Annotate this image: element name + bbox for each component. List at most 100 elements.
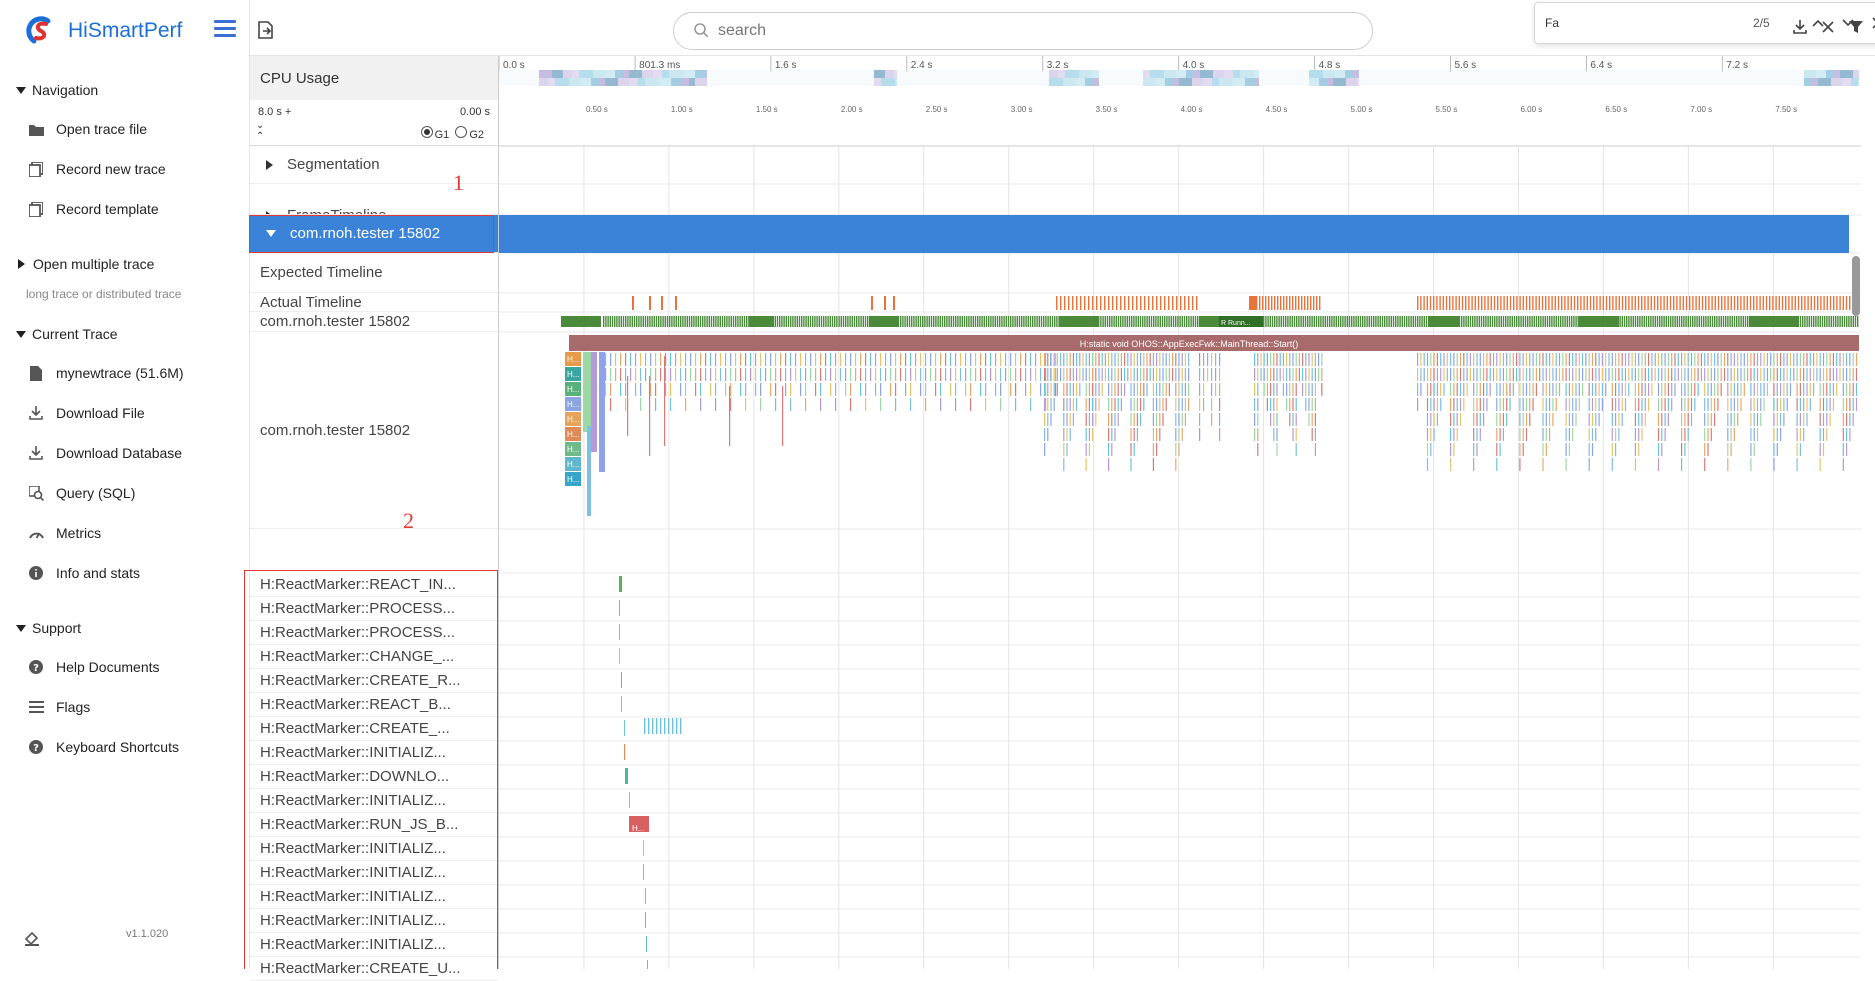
stack-slice [1311,413,1313,426]
stack-slice [1302,383,1304,396]
import-file-icon[interactable] [258,21,274,42]
stack-slice [1188,383,1190,396]
radio-g1[interactable]: G1 [420,126,449,141]
stack-slice [1165,383,1167,396]
stack-slice [1030,368,1032,381]
actual-frame [1794,296,1796,310]
stack-slice [710,353,712,366]
stack-slice [1047,428,1049,441]
stack-slice [1273,428,1275,441]
support-title[interactable]: Support [0,615,250,641]
stack-slice [1292,383,1294,396]
actual-frame [1589,296,1592,310]
row-thread[interactable]: com.rnoh.tester 15802 [250,312,498,332]
actual-frame [632,296,634,310]
stack-slice [1842,428,1844,441]
actual-frame [1628,296,1630,310]
filter-icon[interactable] [1849,20,1863,37]
marker-slice [625,768,628,784]
close-trace-icon[interactable] [1821,20,1835,37]
ruler-tick-label: 1.6 s [775,60,797,71]
stack-slice [1773,413,1775,426]
sub-tick-label: 7.50 s [1775,105,1797,114]
row-actual-timeline[interactable]: Actual Timeline [250,293,498,312]
nav-group-title[interactable]: Navigation [0,77,250,103]
stack-slice [1476,353,1478,366]
sidebar-item-download-db[interactable]: Download Database [0,433,250,473]
sidebar-item-info[interactable]: Info and stats [0,553,250,593]
sidebar-item-record-trace[interactable]: Record new trace [0,149,250,189]
sidebar-item-shortcuts[interactable]: ? Keyboard Shortcuts [0,727,250,767]
stack-slice [1440,383,1442,396]
collapse-icon[interactable]: ⌄ ⌃ [256,120,264,142]
stack-slice [1756,353,1759,366]
stack-slice [725,368,727,381]
current-trace-title[interactable]: Current Trace [0,321,250,347]
row-thread-main[interactable]: com.rnoh.tester 15802 [250,332,498,529]
stack-slice [1072,353,1074,366]
vertical-scrollbar[interactable] [1850,126,1860,969]
paint-bucket-icon[interactable] [24,930,40,949]
stack-slice [1737,353,1739,366]
radio-g2[interactable]: G2 [455,126,484,141]
sidebar-item-download-file[interactable]: Download File [0,393,250,433]
thread-state [977,316,979,327]
thread-state [633,316,636,327]
multi-group-title[interactable]: Open multiple trace [0,251,250,277]
sidebar-item-flags[interactable]: Flags [0,687,250,727]
stack-slice [1611,353,1613,366]
find-query[interactable]: Fa [1545,16,1745,30]
sidebar-item-help[interactable]: ? Help Documents [0,647,250,687]
actual-frame [1711,296,1713,310]
scroll-thumb[interactable] [1852,256,1860,316]
search-input[interactable] [718,22,1118,40]
thread-state [1021,316,1023,327]
thread-state [710,316,713,327]
stack-slice [1130,428,1132,441]
row-expected-timeline[interactable]: Expected Timeline [250,253,498,293]
sidebar-item-metrics[interactable]: Metrics [0,513,250,553]
stack-slice [1175,383,1177,396]
stack-slice [1426,383,1429,396]
brand[interactable]: HiSmartPerf [24,14,182,48]
stack-slice [1426,368,1429,381]
stack-slice [1595,383,1597,396]
thread-state [968,316,970,327]
stack-slice [895,398,897,411]
stack-slice [970,398,972,411]
menu-toggle-icon[interactable] [214,20,236,38]
find-close-icon[interactable] [1863,8,1875,38]
stack-slice [1525,353,1528,366]
thread-state [1540,316,1542,327]
actual-frame [1593,296,1595,310]
stack-slice [1152,398,1154,411]
stack-slice [1707,443,1709,456]
stack-slice [1585,353,1587,366]
stack-slice [990,353,992,366]
stack-slice [1681,398,1683,411]
sidebar-item-label: Flags [56,699,91,715]
thread-state [1749,316,1799,327]
thread-state [908,316,911,327]
sidebar-item-label: Download Database [56,445,183,461]
stack-slice [1694,398,1696,411]
stack-slice [1030,383,1032,396]
stack-slice [1092,413,1094,426]
actual-frame [1733,296,1736,310]
actual-frame [1749,296,1752,310]
sidebar-item-query[interactable]: Query (SQL) [0,473,250,513]
search-box[interactable] [673,12,1373,50]
sidebar-item-trace-file[interactable]: mynewtrace (51.6M) [0,353,250,393]
stack-slice [1314,353,1316,366]
stack-slice [1114,353,1116,366]
stack-slice [1279,368,1281,381]
marker-slice [645,888,646,904]
stack-slice [1588,368,1590,381]
sidebar-item-record-template[interactable]: Record template [0,189,250,229]
stack-slice [855,368,857,381]
thread-state [1429,316,1459,327]
thread-state [708,316,710,327]
sidebar-item-open-trace[interactable]: Open trace file [0,109,250,149]
download-icon[interactable] [1793,20,1807,37]
track-canvas[interactable]: 0.0 s 801.3 ms 1.6 s 2.4 s 3.2 s 4.0 s 4.8 s 5.… [498,56,1861,981]
